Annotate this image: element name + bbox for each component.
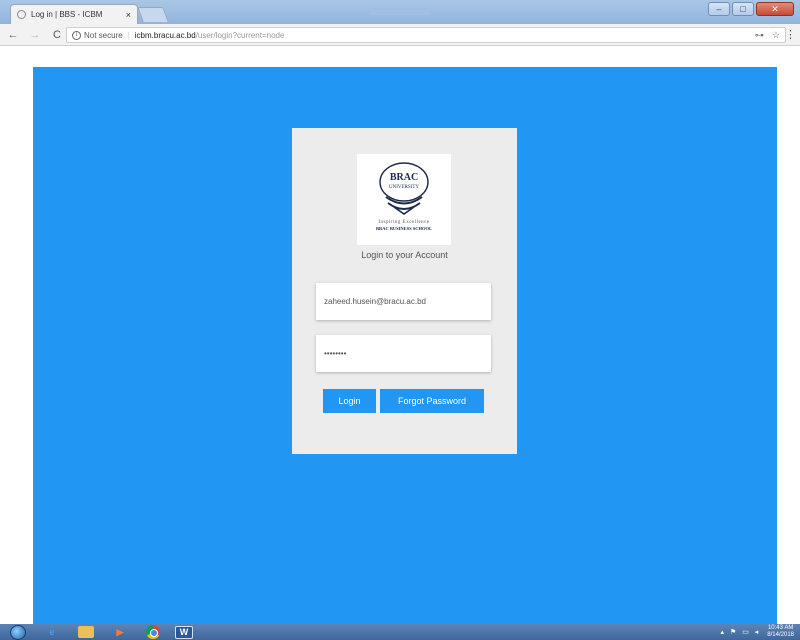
minimize-button[interactable]: – [708, 2, 730, 16]
maximize-button[interactable]: □ [732, 2, 754, 16]
login-heading: Login to your Account [361, 250, 448, 260]
login-card: BRAC UNIVERSITY Inspiring Excellence BRA… [292, 128, 517, 454]
browser-menu-icon[interactable]: ⋮ [785, 28, 796, 41]
window-title [370, 7, 430, 15]
back-arrow-icon[interactable]: ← [4, 29, 22, 41]
forgot-password-button[interactable]: Forgot Password [380, 389, 484, 413]
info-icon[interactable]: i [72, 30, 81, 40]
file-explorer-icon[interactable] [78, 626, 94, 638]
close-window-button[interactable]: ✕ [756, 2, 794, 16]
url-path: /user/login?current=node [195, 30, 285, 40]
reload-icon[interactable]: C [48, 29, 66, 41]
taskbar-clock[interactable]: 10:43 AM 8/14/2018 [767, 625, 794, 639]
internet-explorer-icon[interactable]: e [41, 625, 63, 639]
window-controls: – □ ✕ [708, 2, 794, 16]
address-bar[interactable]: i Not secure | icbm.bracu.ac.bd /user/lo… [66, 27, 786, 43]
tab-title: Log in | BBS - ICBM [31, 10, 103, 19]
browser-tab[interactable]: Log in | BBS - ICBM × [10, 4, 138, 24]
windows-taskbar: e ▶ W ▴ ⚑ ▭ ◂ 10:43 AM 8/14/2018 [0, 624, 800, 640]
address-bar-actions: ⊶ ☆ [755, 30, 780, 41]
email-field[interactable] [316, 283, 491, 320]
login-button[interactable]: Login [323, 389, 376, 413]
logo-emblem-icon: BRAC UNIVERSITY [379, 162, 429, 215]
tray-icons[interactable]: ▴ ⚑ ▭ ◂ [721, 628, 761, 636]
logo-tagline: Inspiring Excellence [378, 220, 430, 225]
page-favicon-icon [17, 10, 26, 19]
start-button[interactable] [10, 624, 26, 640]
logo-line1: BRAC [390, 172, 418, 183]
forward-arrow-icon[interactable]: → [26, 29, 44, 41]
logo-line2: UNIVERSITY [389, 185, 419, 190]
security-label: Not secure [84, 30, 123, 40]
media-player-icon[interactable]: ▶ [109, 625, 131, 639]
browser-title-bar: Log in | BBS - ICBM × – □ ✕ [0, 0, 800, 24]
brac-university-logo: BRAC UNIVERSITY Inspiring Excellence BRA… [357, 154, 451, 245]
key-icon[interactable]: ⊶ [755, 30, 764, 41]
browser-toolbar: ← → C i Not secure | icbm.bracu.ac.bd /u… [0, 24, 800, 46]
bookmark-star-icon[interactable]: ☆ [772, 30, 780, 41]
url-host: icbm.bracu.ac.bd [134, 30, 196, 40]
word-icon[interactable]: W [175, 625, 193, 639]
logo-school-name: BRAC BUSINESS SCHOOL [375, 226, 433, 231]
new-tab-button[interactable] [137, 7, 169, 22]
address-separator: | [127, 30, 130, 40]
clock-time: 10:43 AM [767, 625, 794, 631]
system-tray: ▴ ⚑ ▭ ◂ 10:43 AM 8/14/2018 [721, 625, 800, 639]
tab-close-icon[interactable]: × [122, 10, 131, 20]
password-field[interactable] [316, 335, 491, 372]
clock-date: 8/14/2018 [767, 632, 794, 638]
chrome-icon[interactable] [146, 625, 160, 639]
